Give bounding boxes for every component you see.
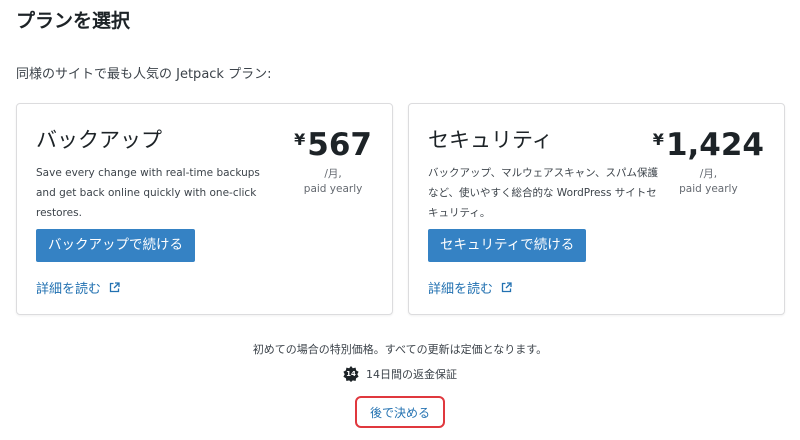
price-billing: paid yearly xyxy=(679,183,738,195)
plan-description: Save every change with real-time backups… xyxy=(36,167,260,219)
learn-more-label: 詳細を読む xyxy=(428,282,494,297)
learn-more-link-security[interactable]: 詳細を読む xyxy=(428,278,512,297)
price-amount: 1,424 xyxy=(665,127,764,163)
decide-later-button[interactable]: 後で決める xyxy=(355,396,445,428)
page-title: プランを選択 xyxy=(16,10,131,32)
learn-more-label: 詳細を読む xyxy=(36,282,102,297)
guarantee-text: 14日間の返金保証 xyxy=(366,368,457,381)
page-subtitle: 同様のサイトで最も人気の Jetpack プラン: xyxy=(16,67,272,82)
continue-security-button[interactable]: セキュリティで続ける xyxy=(428,229,587,262)
external-link-icon xyxy=(109,282,120,293)
price-currency: ¥ xyxy=(652,130,664,149)
price-amount: 567 xyxy=(307,127,372,163)
plan-name: バックアップ xyxy=(36,128,162,152)
price-period: /月, xyxy=(699,168,718,180)
price-period: /月, xyxy=(324,168,342,180)
plan-description: バックアップ、マルウェアスキャン、スパム保護など、使いやすく総合的な WordP… xyxy=(428,167,659,219)
guarantee-badge-icon: 14 xyxy=(343,366,359,382)
external-link-icon xyxy=(501,282,512,293)
price-currency: ¥ xyxy=(294,130,306,149)
plan-card-security: セキュリティ バックアップ、マルウェアスキャン、スパム保護など、使いやすく総合的… xyxy=(408,103,785,315)
price-billing: paid yearly xyxy=(303,183,363,195)
guarantee-badge-number: 14 xyxy=(346,370,356,378)
plan-card-backup: バックアップ Save every change with real-time … xyxy=(16,103,393,315)
plan-name: セキュリティ xyxy=(428,128,553,152)
learn-more-link-backup[interactable]: 詳細を読む xyxy=(36,278,120,297)
money-back-guarantee: 14 14日間の返金保証 xyxy=(0,366,800,382)
price-block: ¥ 567 /月, paid yearly xyxy=(294,127,372,197)
continue-backup-button[interactable]: バックアップで続ける xyxy=(36,229,195,262)
price-block: ¥ 1,424 /月, paid yearly xyxy=(653,127,764,197)
pricing-footnote: 初めての場合の特別価格。すべての更新は定価となります。 xyxy=(252,343,548,356)
